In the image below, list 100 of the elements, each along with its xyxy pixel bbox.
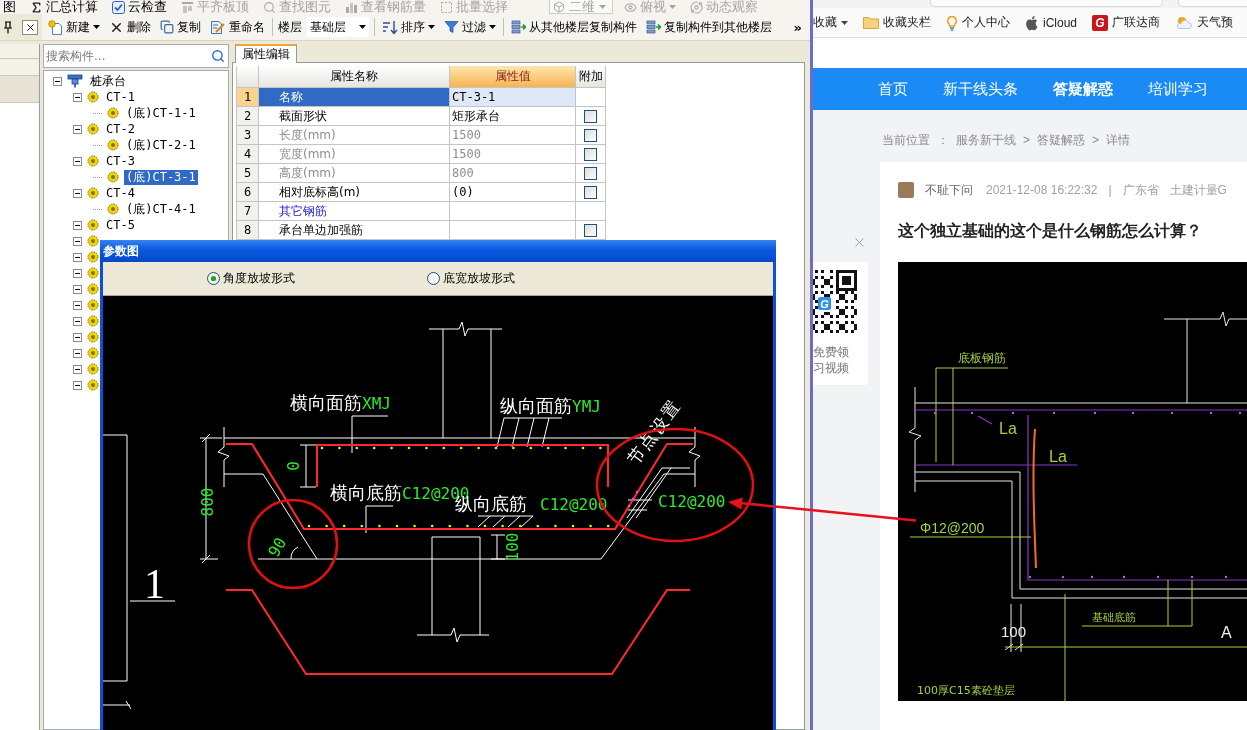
nav-link[interactable]: 新干线头条 [943,79,1018,99]
tree-item[interactable]: CT-2 [104,121,137,137]
drawing-label: La [1049,448,1067,465]
radio-option[interactable]: 底宽放坡形式 [427,270,773,287]
radio-option[interactable]: 角度放坡形式 [207,270,427,287]
search-icon [263,0,276,14]
checkbox[interactable] [584,223,597,237]
app-logo: G [818,297,831,310]
bookmark[interactable]: iCloud [1025,14,1078,31]
minus-box-icon[interactable] [73,188,82,198]
property-name[interactable]: 名称 [259,88,450,107]
toolbar-field[interactable] [930,0,1163,7]
breadcrumb-separator: > [1023,132,1030,148]
radio-button[interactable] [427,272,440,285]
drawing-label: 基础底筋 [1092,611,1136,624]
toolbar-button[interactable]: 复制构件到其他楼层 [644,16,774,38]
minus-box-icon[interactable] [73,252,82,262]
row-number: 8 [237,221,259,240]
layers-arrow-icon [646,19,661,35]
minus-box-icon[interactable] [73,300,82,310]
minus-box-icon[interactable] [53,76,62,86]
toolbar-button[interactable]: 从其他楼层复制构件 [509,16,639,38]
property-name[interactable]: 其它钢筋 [259,202,450,221]
tree-item[interactable]: 桩承台 [88,73,128,89]
property-name[interactable]: 高度(mm) [259,164,450,183]
bookmark[interactable]: 个人中心 [946,14,1010,31]
bookmark[interactable]: 天气预 [1175,14,1234,31]
checkbox[interactable] [584,185,597,199]
minus-box-icon[interactable] [73,332,82,342]
checkbox[interactable] [584,166,597,180]
toolbar-button[interactable]: 复制 [158,16,203,38]
minus-box-icon[interactable] [73,236,82,246]
tree-item[interactable]: (底)CT-1-1 [124,105,198,121]
toolbar-button[interactable]: 图 [0,0,19,14]
minus-box-icon[interactable] [73,268,82,278]
tree-item[interactable]: (底)CT-2-1 [124,137,198,153]
checkbox[interactable] [584,147,597,161]
column-header[interactable]: 附加 [576,66,606,88]
eye-icon [624,0,637,14]
toolbar-button[interactable]: 云检查 [109,0,170,14]
tree-item[interactable]: CT-5 [104,217,137,233]
column-header[interactable]: 属性名称 [259,66,450,88]
property-name[interactable]: 相对底标高(m) [259,183,450,202]
minus-box-icon[interactable] [73,92,82,102]
nav-link[interactable]: 首页 [878,79,908,99]
minus-box-icon[interactable] [73,220,82,230]
toolbar-field[interactable] [1178,0,1247,7]
tree-item[interactable]: CT-1 [104,89,137,105]
tab[interactable]: 属性编辑 [235,44,297,63]
property-value[interactable]: CT-3-1 [450,88,576,107]
column-header[interactable]: 属性值 [450,66,576,88]
radio-button[interactable] [207,272,220,285]
gear-icon [87,379,99,391]
author-name[interactable]: 不耻下问 [925,181,973,199]
close-button[interactable] [22,19,38,35]
minus-box-icon[interactable] [73,348,82,358]
toolbar-button[interactable]: 过滤 [442,16,498,38]
tree-item[interactable]: CT-4 [104,185,137,201]
bookmark[interactable]: G 广联达商 [1092,14,1161,31]
property-value[interactable]: 矩形承台 [450,107,576,126]
apple-icon [1025,14,1039,31]
checkbox-icon [112,0,125,14]
tree-item[interactable]: (底)CT-3-1 [124,169,198,185]
overflow-button[interactable]: » [793,19,802,35]
row-number: 6 [237,183,259,202]
gear-icon [87,219,99,231]
minus-box-icon[interactable] [73,380,82,390]
checkbox[interactable] [584,109,597,123]
floor-label: 楼层 [278,18,302,36]
property-value[interactable]: (0) [450,183,576,202]
toolbar-button[interactable]: 排序 [380,16,437,38]
close-icon [852,235,867,250]
bookmark[interactable]: 收藏夹栏 [863,14,931,31]
tree-item[interactable]: CT-3 [104,153,137,169]
minus-box-icon[interactable] [73,316,82,326]
minus-box-icon[interactable] [73,124,82,134]
dialog-title: 参数图 [103,242,139,260]
toolbar-button[interactable]: 汇总计算 [27,0,101,14]
copy-icon [160,20,174,34]
gear-icon [87,315,99,327]
pin-icon[interactable] [3,20,13,34]
align-icon [181,0,194,14]
minus-box-icon[interactable] [73,364,82,374]
search-icon[interactable] [211,49,225,63]
toolbar-button[interactable]: 重命名 [208,16,267,38]
minus-box-icon[interactable] [73,156,82,166]
nav-link[interactable]: 培训学习 [1148,79,1208,99]
floor-dropdown[interactable]: 基础层 [307,17,369,37]
property-name[interactable]: 截面形状 [259,107,450,126]
bookmark[interactable]: 收藏 [813,14,848,31]
avatar-image [898,182,914,198]
nav-link[interactable]: 答疑解惑 [1053,79,1113,99]
tree-item[interactable]: (底)CT-4-1 [124,201,198,217]
property-name[interactable]: 承台单边加强筋 [259,221,450,240]
search-field[interactable]: 搜索构件... [43,44,229,68]
checkbox[interactable] [584,128,597,142]
toolbar-button[interactable]: 新建 [46,16,102,38]
row-number: 3 [237,126,259,145]
minus-box-icon[interactable] [73,284,82,294]
toolbar-button[interactable]: 删除 [107,16,153,38]
